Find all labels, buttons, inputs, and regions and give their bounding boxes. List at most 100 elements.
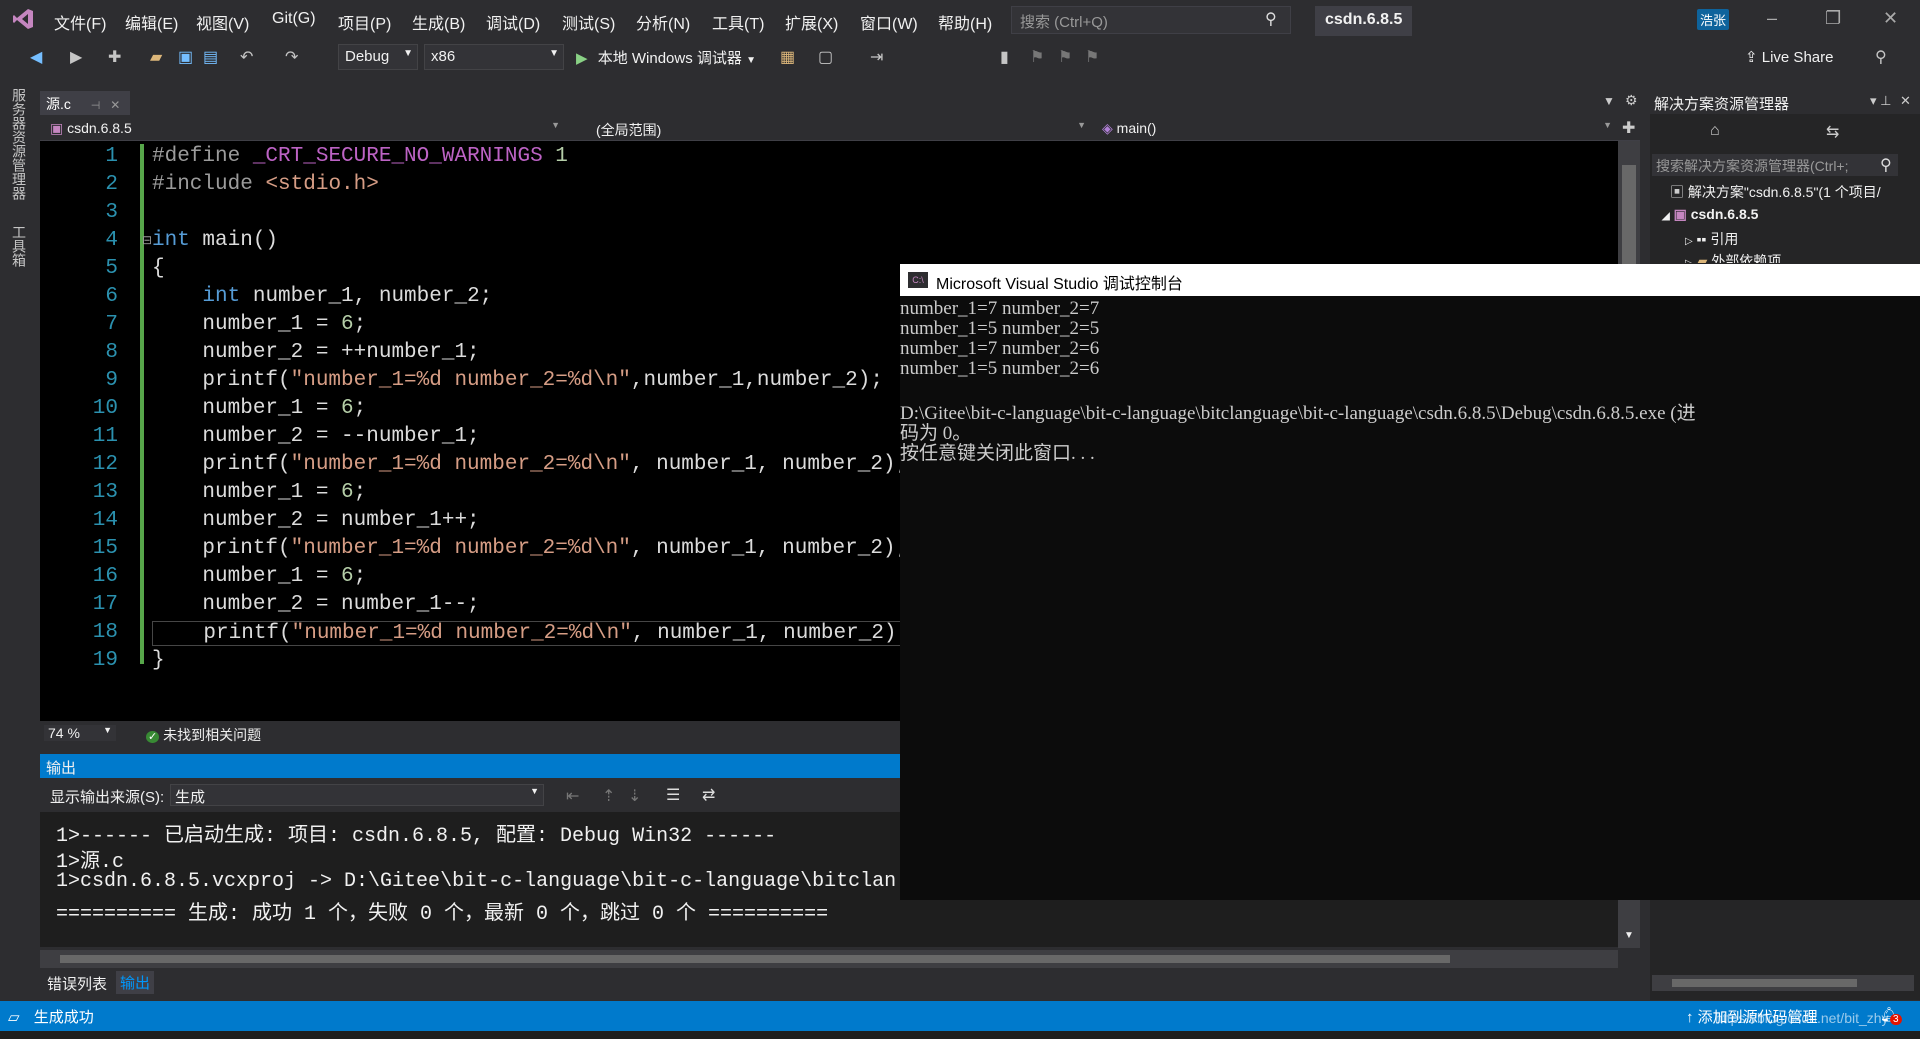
line-number: 15 xyxy=(92,537,118,560)
tab-label: 源.c xyxy=(46,96,71,112)
pin-icon[interactable]: ⊣ xyxy=(91,100,101,112)
issues-indicator[interactable]: ✓ 未找到相关问题 xyxy=(146,725,261,745)
next-message-icon[interactable]: ⇣ xyxy=(628,786,641,806)
tab-overflow-icon[interactable]: ▼ xyxy=(1603,94,1615,108)
collapse-icon[interactable]: ⊟ xyxy=(142,233,152,247)
menu-item[interactable]: 工具(T) xyxy=(712,10,764,34)
tree-references[interactable]: ▷ ▪▪ 引用 xyxy=(1685,229,1738,249)
solution-search-input[interactable]: 搜索解决方案资源管理器(Ctrl+; xyxy=(1652,154,1898,176)
menu-item[interactable]: 视图(V) xyxy=(196,10,249,34)
scope-dropdown[interactable]: (全局范围) ▼ xyxy=(590,118,1090,140)
solution-name-badge: csdn.6.8.5 xyxy=(1315,6,1413,36)
bookmark-next-icon[interactable]: ⚑ xyxy=(1058,47,1072,67)
restore-icon[interactable]: ❐ xyxy=(1825,8,1841,29)
feedback-icon[interactable]: ⚲ xyxy=(1875,47,1887,67)
close-icon[interactable]: ✕ xyxy=(1883,8,1898,29)
platform-select[interactable]: x86 ▼ xyxy=(424,44,564,70)
line-number: 18 xyxy=(92,621,118,644)
save-all-icon[interactable]: ▤ xyxy=(203,47,218,67)
close-icon[interactable]: ✕ xyxy=(110,98,120,112)
browse-icon[interactable]: ▦ xyxy=(780,47,795,67)
open-icon[interactable]: ▰ xyxy=(150,47,162,67)
output-line: 1>------ 已启动生成: 项目: csdn.6.8.5, 配置: Debu… xyxy=(56,825,777,848)
tree-project[interactable]: ◢ ▣ csdn.6.8.5 xyxy=(1662,206,1758,223)
run-button[interactable]: ▶ 本地 Windows 调试器 ▼ xyxy=(576,47,756,68)
tree-references-label: 引用 xyxy=(1710,231,1739,247)
menu-item[interactable]: 帮助(H) xyxy=(938,10,992,34)
chevron-down-icon: ▼ xyxy=(746,55,756,66)
line-number: 5 xyxy=(105,257,118,280)
platform-value: x86 xyxy=(431,48,456,65)
chevron-down-icon: ▼ xyxy=(1077,120,1086,130)
menu-item[interactable]: 扩展(X) xyxy=(785,10,838,34)
forward-icon[interactable]: ▶ xyxy=(70,47,82,67)
references-icon: ▪▪ xyxy=(1696,231,1707,247)
tree-external[interactable]: ▷ ▰ 外部依赖项 xyxy=(1685,251,1781,263)
tree-project-label: csdn.6.8.5 xyxy=(1690,206,1759,222)
prev-message-icon[interactable]: ⇡ xyxy=(602,786,615,806)
menu-item[interactable]: 生成(B) xyxy=(412,10,465,34)
scroll-thumb[interactable] xyxy=(1622,165,1636,265)
menu-item[interactable]: 编辑(E) xyxy=(125,10,178,34)
zoom-select[interactable]: 74 % ▼ xyxy=(44,725,116,741)
home-icon[interactable]: ⌂ xyxy=(1710,122,1720,140)
tab-source-file[interactable]: 源.c ⊣ ✕ xyxy=(40,91,130,115)
split-icon[interactable]: ✚ xyxy=(1622,118,1635,138)
chevron-down-icon: ▼ xyxy=(103,725,112,735)
status-bar xyxy=(0,1001,1920,1031)
bookmark-clear-icon[interactable]: ⚑ xyxy=(1085,47,1099,67)
user-badge[interactable]: 浩张 xyxy=(1697,9,1730,30)
output-source-select[interactable]: 生成 ▼ xyxy=(170,784,544,806)
settings-icon[interactable]: ⚙ xyxy=(1625,92,1638,109)
line-number: 17 xyxy=(92,593,118,616)
project-dropdown[interactable]: ▣ csdn.6.8.5 ▼ xyxy=(44,118,564,140)
word-wrap-icon[interactable]: ⇄ xyxy=(702,785,715,805)
server-explorer-tab[interactable]: 服务器资源管理器 xyxy=(9,88,29,200)
tree-external-label: 外部依赖项 xyxy=(1711,253,1782,263)
new-project-icon[interactable]: ✚ xyxy=(108,47,121,67)
tab-error-list[interactable]: 错误列表 xyxy=(47,973,107,994)
close-icon[interactable]: ✕ xyxy=(1900,93,1911,109)
chevron-down-icon: ▼ xyxy=(403,48,413,59)
menu-item[interactable]: 窗口(W) xyxy=(860,10,918,34)
zoom-value: 74 % xyxy=(48,725,80,741)
menu-item[interactable]: 项目(P) xyxy=(338,10,391,34)
bookmark-prev-icon[interactable]: ⚑ xyxy=(1030,47,1044,67)
code-line-8: number_2 = ++number_1; xyxy=(152,341,480,364)
menu-item[interactable]: 测试(S) xyxy=(562,10,615,34)
output-vscrollbar[interactable]: ▼ xyxy=(1618,900,1640,948)
step-icon[interactable]: ⇥ xyxy=(870,47,883,67)
toolbox-tab[interactable]: 工具箱 xyxy=(9,225,29,267)
scroll-thumb[interactable] xyxy=(60,955,1450,963)
sync-icon[interactable]: ⇆ xyxy=(1826,122,1839,142)
clear-all-icon[interactable]: ☰ xyxy=(666,785,680,805)
back-icon[interactable]: ◀ xyxy=(30,47,42,67)
menu-item[interactable]: 文件(F) xyxy=(54,10,106,34)
function-dropdown[interactable]: ◈ main() ▼ xyxy=(1096,118,1616,140)
save-icon[interactable]: ▣ xyxy=(178,47,193,67)
search-input[interactable]: 搜索 (Ctrl+Q) xyxy=(1011,6,1291,34)
bookmark-icon[interactable]: ▮ xyxy=(1000,47,1009,67)
menu-item[interactable]: 分析(N) xyxy=(636,10,690,34)
line-number: 9 xyxy=(105,369,118,392)
search-icon[interactable]: ⚲ xyxy=(1265,9,1277,29)
line-number: 1 xyxy=(105,145,118,168)
config-select[interactable]: Debug ▼ xyxy=(338,44,418,70)
screen-icon[interactable]: ▢ xyxy=(818,47,833,67)
pin-icon[interactable]: ▾ ⊥ xyxy=(1870,93,1891,109)
tab-output[interactable]: 输出 xyxy=(116,971,155,994)
menu-item[interactable]: 调试(D) xyxy=(486,10,540,34)
redo-icon[interactable]: ↷ xyxy=(285,47,298,67)
tree-solution[interactable]: ▣ 解决方案"csdn.6.8.5"(1 个项目/ xyxy=(1670,182,1881,202)
menu-item[interactable]: Git(G) xyxy=(272,10,316,28)
undo-icon[interactable]: ↶ xyxy=(240,47,253,67)
find-icon[interactable]: ⇤ xyxy=(566,786,579,806)
code-line-2: #include <stdio.h> xyxy=(152,173,379,196)
scroll-thumb[interactable] xyxy=(1672,979,1857,987)
live-share-button[interactable]: ⇪ Live Share xyxy=(1745,48,1833,66)
minimize-icon[interactable]: – xyxy=(1767,8,1777,29)
chevron-down-icon: ▼ xyxy=(551,120,560,130)
search-icon[interactable]: ⚲ xyxy=(1880,155,1892,175)
console-title-bar: Microsoft Visual Studio 调试控制台 xyxy=(900,264,1920,296)
change-indicator xyxy=(140,144,144,664)
